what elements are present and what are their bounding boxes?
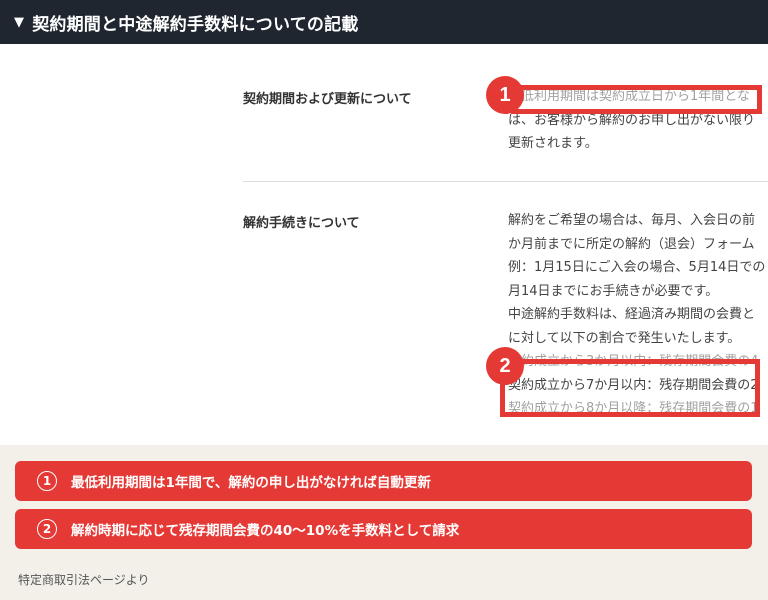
body-line: に対して以下の割合で発生いたします。 — [508, 330, 741, 346]
body-line: 例：1月15日にご入会の場合、5月14日での — [508, 260, 766, 275]
summary-bar-1: 1 最低利用期間は1年間で、解約の申し出がなければ自動更新 — [15, 461, 752, 501]
row-divider — [243, 181, 768, 182]
body-line: 解約をご希望の場合は、毎月、入会日の前 — [508, 213, 756, 228]
source-caption: 特定商取引法ページより — [18, 573, 150, 587]
terms-content-panel: 契約期間および更新について 最低利用期間は契約成立日から1年間とな は、お客様か… — [0, 44, 768, 445]
section-header[interactable]: ▼ 契約期間と中途解約手数料についての記載 — [0, 0, 768, 44]
callout-badge-2: 2 — [486, 347, 524, 385]
callout-badge-1: 1 — [486, 76, 524, 114]
summary-number-badge: 2 — [37, 519, 57, 539]
body-line: 月14日までにお手続きが必要です。 — [508, 283, 719, 299]
section-title: 契約期間と中途解約手数料についての記載 — [32, 14, 359, 35]
highlight-box-2 — [500, 359, 760, 417]
collapse-triangle-icon[interactable]: ▼ — [14, 15, 24, 30]
body-line: 中途解約手数料は、経過済み期間の会費と — [508, 307, 756, 322]
summary-text: 解約時期に応じて残存期間会費の40〜10%を手数料として請求 — [71, 523, 460, 539]
row-label: 解約手続きについて — [243, 216, 360, 231]
body-line: か月前までに所定の解約（退会）フォーム — [508, 236, 755, 252]
body-line: 更新されます。 — [508, 136, 598, 151]
highlight-box-1 — [511, 85, 762, 114]
summary-bar-2: 2 解約時期に応じて残存期間会費の40〜10%を手数料として請求 — [15, 509, 752, 549]
summary-text: 最低利用期間は1年間で、解約の申し出がなければ自動更新 — [71, 475, 431, 491]
summary-number-badge: 1 — [37, 471, 57, 491]
row-label: 契約期間および更新について — [243, 92, 412, 107]
